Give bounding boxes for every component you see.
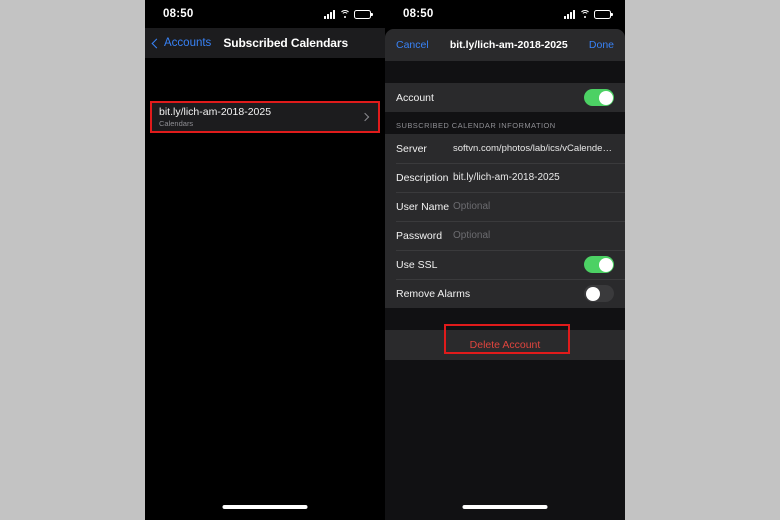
spacer-before-delete xyxy=(385,308,625,330)
status-bar-right: 08:50 xyxy=(385,0,625,28)
sheet-body: Account SUBSCRIBED CALENDAR INFORMATION … xyxy=(385,61,625,520)
list-item-title: bit.ly/lich-am-2018-2025 xyxy=(159,106,272,118)
cellular-signal-icon xyxy=(564,9,575,19)
status-bar-time: 08:50 xyxy=(163,8,194,20)
spacer-top xyxy=(385,61,625,83)
row-use-ssl[interactable]: Use SSL xyxy=(385,250,625,279)
row-password[interactable]: Password Optional xyxy=(385,221,625,250)
sheet-navigation-bar: Cancel bit.ly/lich-am-2018-2025 Done xyxy=(385,29,625,61)
edit-subscription-sheet: Cancel bit.ly/lich-am-2018-2025 Done Acc… xyxy=(385,29,625,520)
wifi-icon xyxy=(579,9,590,19)
back-button[interactable]: Accounts xyxy=(151,37,212,49)
remove-alarms-toggle[interactable] xyxy=(584,285,614,302)
status-bar-left: 08:50 xyxy=(145,0,385,28)
battery-icon xyxy=(354,9,373,19)
row-remove-alarms[interactable]: Remove Alarms xyxy=(385,279,625,308)
row-description-label: Description xyxy=(396,171,449,184)
toggle-knob xyxy=(598,90,613,105)
user-name-field-value[interactable]: Optional xyxy=(453,201,614,212)
row-description[interactable]: Description bit.ly/lich-am-2018-2025 xyxy=(385,163,625,192)
chevron-right-icon xyxy=(360,112,370,122)
row-user-name[interactable]: User Name Optional xyxy=(385,192,625,221)
server-field-value[interactable]: softvn.com/photos/lab/ics/vCalender_201… xyxy=(453,143,614,154)
description-field-value[interactable]: bit.ly/lich-am-2018-2025 xyxy=(453,172,614,183)
row-server[interactable]: Server softvn.com/photos/lab/ics/vCalend… xyxy=(385,134,625,163)
toggle-knob xyxy=(585,286,600,301)
left-phone-screen: 08:50 Accounts Subscribed Calendars bit.… xyxy=(145,0,385,520)
cancel-button[interactable]: Cancel xyxy=(396,39,429,51)
list-item-subscribed-calendar[interactable]: bit.ly/lich-am-2018-2025 Calendars xyxy=(150,101,380,133)
row-password-label: Password xyxy=(396,229,443,242)
account-group: Account xyxy=(385,83,625,112)
delete-account-group: Delete Account xyxy=(385,324,625,360)
list-item-subtitle: Calendars xyxy=(159,119,194,128)
back-button-label: Accounts xyxy=(164,37,212,49)
status-bar-icons xyxy=(324,9,373,19)
chevron-left-icon xyxy=(151,38,162,48)
navigation-bar: Accounts Subscribed Calendars xyxy=(145,28,385,58)
right-phone-screen: 08:50 Cancel bit.ly/lich-am-2018-2025 Do… xyxy=(385,0,625,520)
toggle-knob xyxy=(598,257,613,272)
row-server-label: Server xyxy=(396,142,427,155)
subscribed-calendar-information-group: Server softvn.com/photos/lab/ics/vCalend… xyxy=(385,134,625,308)
home-indicator xyxy=(222,505,308,509)
row-user-name-label: User Name xyxy=(396,200,450,213)
row-account-label: Account xyxy=(396,91,434,104)
home-indicator xyxy=(462,505,548,509)
subscribed-calendars-list: bit.ly/lich-am-2018-2025 Calendars xyxy=(145,58,385,520)
delete-account-button[interactable]: Delete Account xyxy=(470,339,541,351)
sheet-title: bit.ly/lich-am-2018-2025 xyxy=(449,39,568,51)
cellular-signal-icon xyxy=(324,9,335,19)
battery-icon xyxy=(594,9,613,19)
wifi-icon xyxy=(339,9,350,19)
status-bar-time: 08:50 xyxy=(403,8,434,20)
row-remove-alarms-label: Remove Alarms xyxy=(396,287,471,300)
row-use-ssl-label: Use SSL xyxy=(396,258,438,271)
page-title: Subscribed Calendars xyxy=(223,36,349,50)
list-item-texts: bit.ly/lich-am-2018-2025 Calendars xyxy=(159,106,362,128)
status-bar-icons xyxy=(564,9,613,19)
section-header-subscribed-calendar-information: SUBSCRIBED CALENDAR INFORMATION xyxy=(385,112,625,134)
row-account[interactable]: Account xyxy=(385,83,625,112)
done-button[interactable]: Done xyxy=(589,39,614,51)
use-ssl-toggle[interactable] xyxy=(584,256,614,273)
password-field-value[interactable]: Optional xyxy=(453,230,614,241)
account-toggle[interactable] xyxy=(584,89,614,106)
